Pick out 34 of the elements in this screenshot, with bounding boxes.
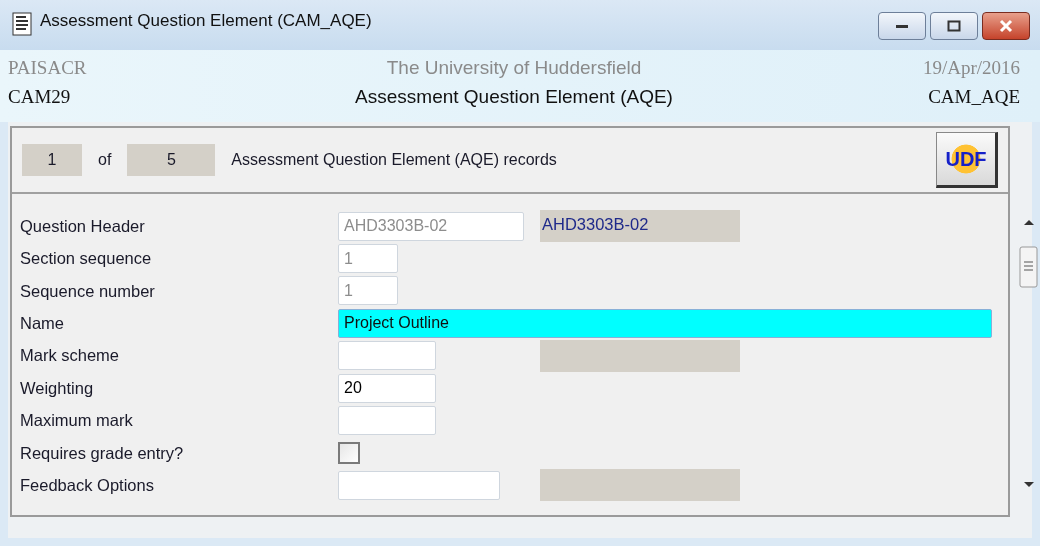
input-field[interactable] [338,470,500,500]
institution-name: The University of Huddersfield [386,55,642,80]
record-total: 5 [127,144,216,176]
field-label: Section sequence [20,248,153,270]
screen-title: Assessment Question Element (AQE) [355,84,673,109]
field-label: Maximum mark [20,410,134,432]
document-icon [12,12,32,36]
minimize-icon [895,23,909,29]
maximize-icon [947,20,961,32]
checkbox[interactable] [338,441,360,464]
minimize-button[interactable] [878,12,926,40]
current-record: 1 [22,144,82,176]
input-field[interactable] [338,406,436,436]
screen-code: CAM_AQE [927,84,1020,109]
field-label: Weighting [20,377,95,399]
field-label: Mark scheme [20,345,121,367]
input-field[interactable]: 20 [338,373,436,403]
date-text: 19/Apr/2016 [921,55,1020,80]
field-label: Feedback Options [20,474,155,496]
field-label: Requires grade entry? [20,442,185,464]
window-title: Assessment Question Element (CAM_AQE) [40,10,372,32]
lookup-description: AHD3303B-02 [540,210,740,243]
field-label: Name [20,313,65,334]
field-label: Sequence number [20,280,156,302]
maximize-button[interactable] [930,12,978,40]
records-caption: Assessment Question Element (AQE) records [231,150,557,170]
input-field[interactable]: Project Outline [338,308,992,338]
field-label: Question Header [20,215,146,237]
of-label: of [98,150,112,170]
system-name: PAISACR [8,55,88,80]
module-code: CAM29 [8,84,72,109]
close-icon [998,19,1014,33]
close-button[interactable] [982,12,1030,40]
input-field[interactable] [338,341,436,371]
